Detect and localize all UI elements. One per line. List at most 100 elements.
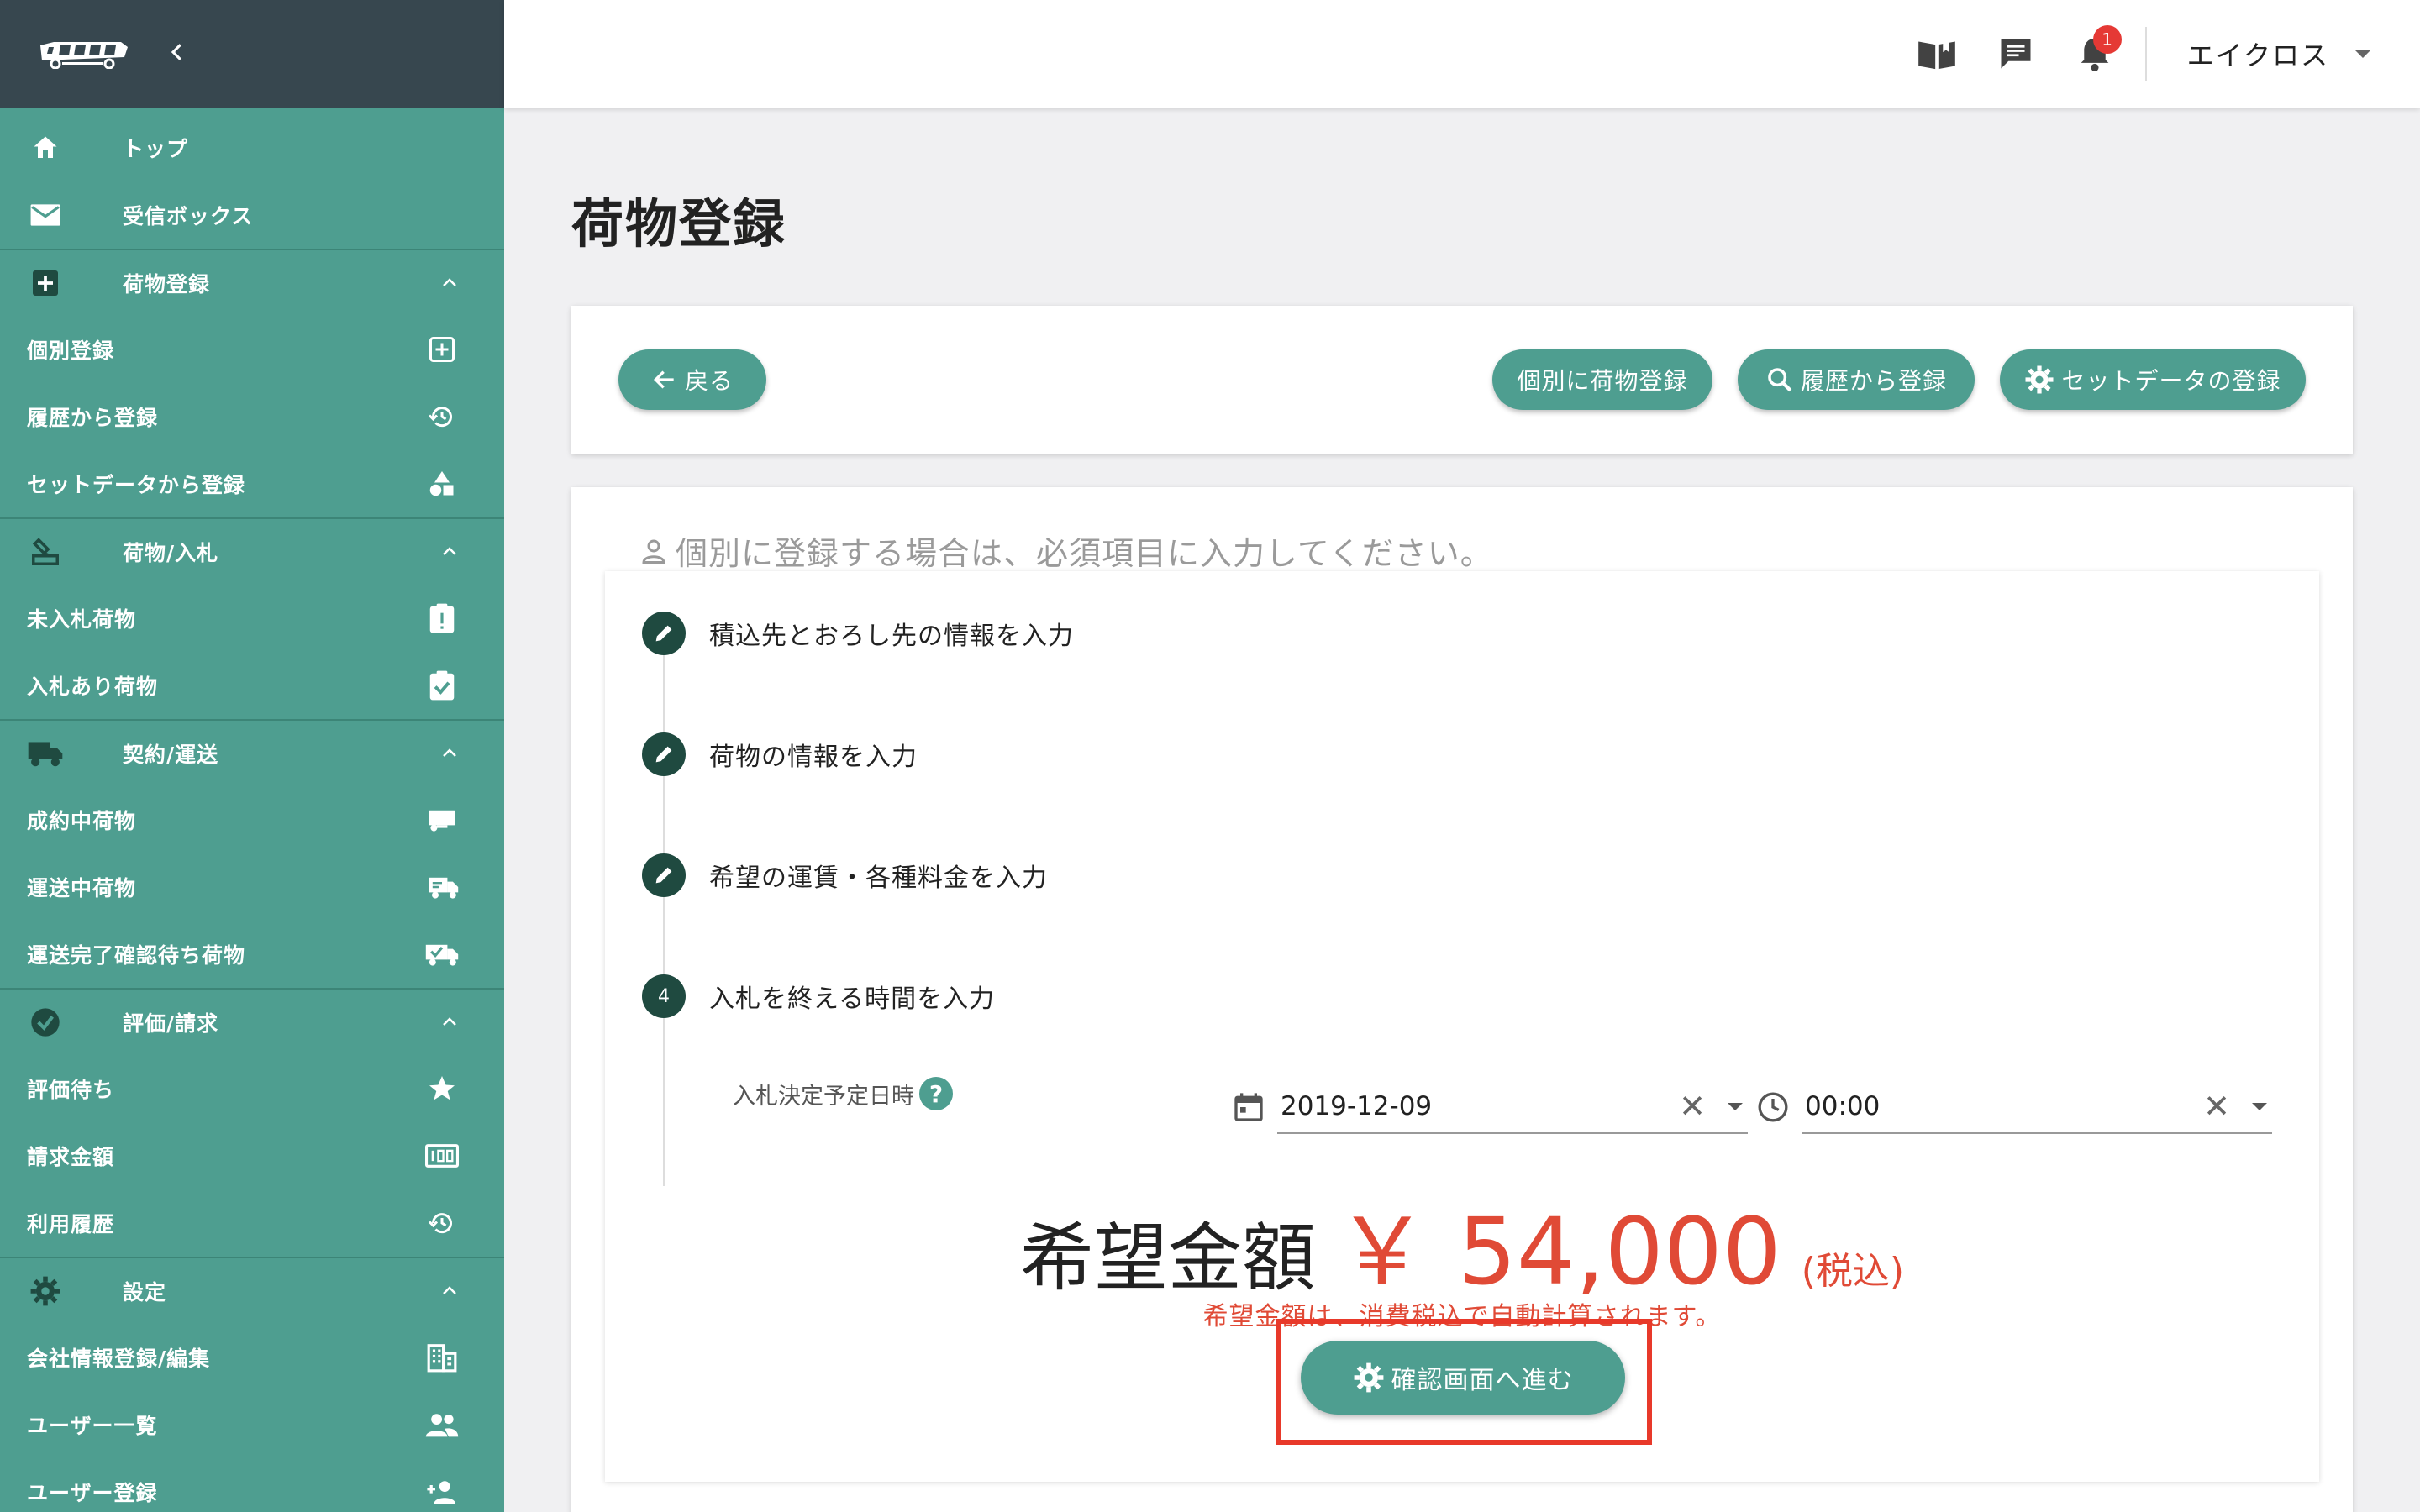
- sidebar-item-label: 運送完了確認待ち荷物: [27, 943, 246, 968]
- building-icon: [424, 1339, 460, 1376]
- check-circle-icon: [27, 1004, 64, 1041]
- sidebar-section-label: 設定: [123, 1280, 167, 1305]
- proceed-to-confirm-button[interactable]: 確認画面へ進む: [1301, 1341, 1625, 1415]
- step-1[interactable]: 積込先とおろし先の情報を入力: [642, 612, 1074, 655]
- sidebar-item-set-registration[interactable]: セットデータから登録: [0, 450, 504, 517]
- sidebar-item-top[interactable]: トップ: [0, 114, 504, 181]
- action-card: 戻る 個別に荷物登録 履歴から登録 セットデータの登録: [571, 306, 2353, 454]
- chevron-up-icon[interactable]: [437, 270, 462, 296]
- sidebar-item-company-info[interactable]: 会社情報登録/編集: [0, 1324, 504, 1391]
- sidebar-section-contract[interactable]: 契約/運送: [0, 719, 504, 786]
- book-icon[interactable]: [1912, 29, 1962, 79]
- step-3[interactable]: 希望の運賃・各種料金を入力: [642, 853, 1048, 897]
- set-data-registration-button[interactable]: セットデータの登録: [2000, 349, 2306, 410]
- sidebar-item-in-transit-cargo[interactable]: 運送中荷物: [0, 853, 504, 921]
- desired-price-tax-note: (税込): [1801, 1250, 1905, 1293]
- chevron-up-icon[interactable]: [437, 741, 462, 766]
- sidebar: トップ 受信ボックス 荷物登録 個別登録 履歴から登録 セットデータから登録 荷…: [0, 0, 504, 1512]
- page-title: 荷物登録: [571, 193, 787, 255]
- history-registration-button[interactable]: 履歴から登録: [1738, 349, 1975, 410]
- shapes-icon: [424, 465, 460, 502]
- step-connector: [663, 897, 665, 974]
- sidebar-item-label: トップ: [123, 137, 189, 161]
- sidebar-item-label: 運送中荷物: [27, 876, 137, 900]
- step-4-label: 入札を終える時間を入力: [709, 984, 996, 1014]
- desired-price-label: 希望金額: [1019, 1215, 1316, 1301]
- sidebar-item-label: ユーザー一覧: [27, 1414, 158, 1438]
- sidebar-item-delivery-complete-cargo[interactable]: 運送完了確認待ち荷物: [0, 921, 504, 988]
- history-icon: [424, 1205, 460, 1242]
- pencil-icon: [642, 612, 686, 655]
- step-number: 4: [642, 974, 686, 1018]
- help-icon[interactable]: ?: [919, 1077, 953, 1110]
- sidebar-item-billing-amount[interactable]: 請求金額: [0, 1122, 504, 1189]
- sidebar-item-awaiting-evaluation[interactable]: 評価待ち: [0, 1055, 504, 1122]
- sidebar-item-label: 個別登録: [27, 339, 115, 363]
- date-picker[interactable]: 2019-12-09 ✕: [1232, 1080, 1748, 1134]
- chevron-up-icon[interactable]: [437, 1278, 462, 1304]
- sidebar-item-label: 成約中荷物: [27, 809, 137, 833]
- user-name[interactable]: エイクロス: [2187, 34, 2329, 73]
- home-icon: [27, 129, 64, 166]
- step-connector: [663, 655, 665, 732]
- sidebar-item-bid-cargo[interactable]: 入札あり荷物: [0, 652, 504, 719]
- form-hint-text: 個別に登録する場合は、必須項目に入力してください。: [676, 535, 1493, 572]
- star-icon: [424, 1070, 460, 1107]
- date-dropdown-icon[interactable]: [1728, 1102, 1743, 1110]
- sidebar-section-evaluation[interactable]: 評価/請求: [0, 988, 504, 1055]
- add-box-icon: [424, 331, 460, 368]
- sidebar-item-inbox[interactable]: 受信ボックス: [0, 181, 504, 249]
- sidebar-item-label: 未入札荷物: [27, 607, 137, 632]
- sidebar-section-bidding[interactable]: 荷物/入札: [0, 517, 504, 585]
- sidebar-item-user-registration[interactable]: ユーザー登録: [0, 1458, 504, 1512]
- truck-icon: [27, 735, 64, 772]
- clock-icon[interactable]: [1756, 1090, 1790, 1124]
- sidebar-section-label: 荷物登録: [123, 272, 211, 297]
- collapse-chevron-left-icon[interactable]: [165, 37, 190, 71]
- caret-down-icon[interactable]: [2354, 50, 2371, 58]
- sidebar-item-history-registration[interactable]: 履歴から登録: [0, 383, 504, 450]
- sidebar-item-unbid-cargo[interactable]: 未入札荷物: [0, 585, 504, 652]
- bell-icon[interactable]: 1: [2070, 25, 2122, 79]
- time-dropdown-icon[interactable]: [2252, 1102, 2267, 1110]
- user-add-icon: [424, 1473, 460, 1510]
- sidebar-item-label: セットデータから登録: [27, 473, 246, 497]
- sidebar-item-individual-registration[interactable]: 個別登録: [0, 316, 504, 383]
- bidding-box-icon: [27, 533, 64, 570]
- sidebar-item-usage-history[interactable]: 利用履歴: [0, 1189, 504, 1257]
- step-4[interactable]: 4 入札を終える時間を入力: [642, 974, 995, 1018]
- sidebar-item-label: 請求金額: [27, 1145, 115, 1169]
- date-input[interactable]: 2019-12-09 ✕: [1277, 1080, 1748, 1134]
- chevron-up-icon[interactable]: [437, 539, 462, 564]
- sidebar-item-contracted-cargo[interactable]: 成約中荷物: [0, 786, 504, 853]
- time-input[interactable]: 00:00 ✕: [1802, 1080, 2272, 1134]
- individual-registration-button[interactable]: 個別に荷物登録: [1492, 349, 1712, 410]
- calendar-icon[interactable]: [1232, 1090, 1265, 1124]
- registration-form-card: 個別に登録する場合は、必須項目に入力してください。 積込先とおろし先の情報を入力…: [571, 487, 2353, 1512]
- clear-time-icon[interactable]: ✕: [2203, 1088, 2230, 1125]
- sidebar-section-label: 評価/請求: [123, 1011, 219, 1036]
- back-button[interactable]: 戻る: [618, 349, 766, 410]
- step-2[interactable]: 荷物の情報を入力: [642, 732, 918, 776]
- desired-price: 希望金額 ￥ 54,000 (税込): [605, 1176, 2319, 1310]
- step-1-label: 積込先とおろし先の情報を入力: [709, 622, 1074, 651]
- truck-fast-icon: [424, 869, 460, 906]
- history-icon: [424, 398, 460, 435]
- step-2-label: 荷物の情報を入力: [709, 743, 918, 772]
- sidebar-section-settings[interactable]: 設定: [0, 1257, 504, 1324]
- sidebar-section-registration[interactable]: 荷物登録: [0, 249, 504, 316]
- sidebar-item-user-list[interactable]: ユーザー一覧: [0, 1391, 504, 1458]
- sidebar-item-label: ユーザー登録: [27, 1481, 158, 1505]
- sidebar-item-label: 履歴から登録: [27, 406, 159, 430]
- logo-truck-icon[interactable]: [37, 39, 131, 69]
- chevron-up-icon[interactable]: [437, 1010, 462, 1035]
- counter-icon: [424, 1137, 460, 1174]
- date-value: 2019-12-09: [1281, 1091, 1433, 1121]
- topbar-divider: [2144, 27, 2147, 81]
- time-picker[interactable]: 00:00 ✕: [1756, 1080, 2272, 1134]
- sidebar-item-label: 利用履歴: [27, 1212, 115, 1236]
- chat-icon[interactable]: [1991, 29, 2041, 79]
- clear-date-icon[interactable]: ✕: [1679, 1088, 1706, 1125]
- sidebar-section-label: 荷物/入札: [123, 541, 219, 565]
- price-auto-calc-note: 希望金額は、消費税込で自動計算されます。: [1202, 1302, 1722, 1331]
